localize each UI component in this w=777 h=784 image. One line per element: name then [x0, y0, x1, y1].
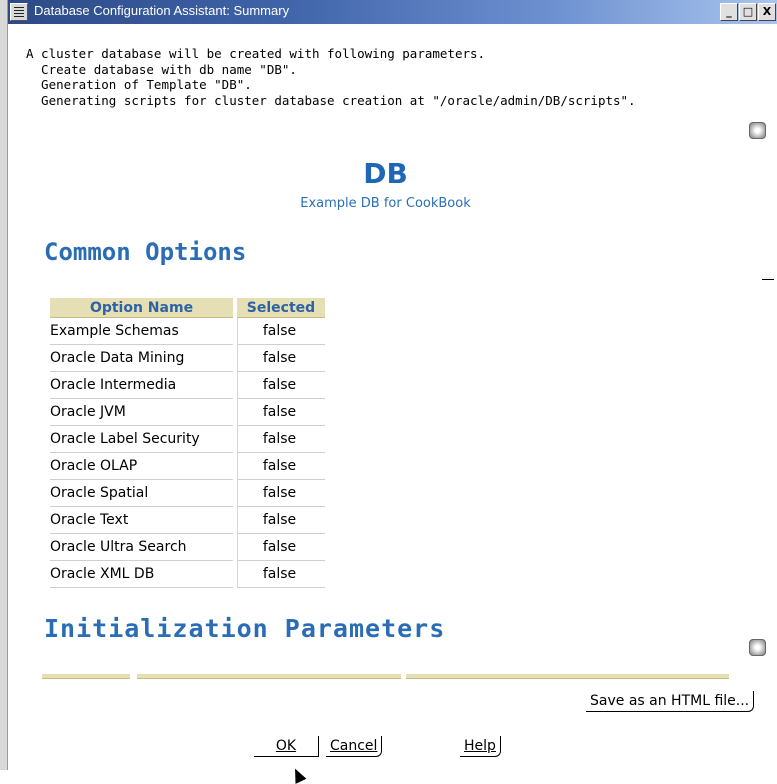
option-selected-cell: false	[237, 534, 325, 561]
summary-panel: A cluster database will be created with …	[8, 24, 777, 784]
intro-line: A cluster database will be created with …	[26, 46, 486, 61]
ok-label: OK	[275, 738, 297, 754]
minimize-button[interactable]: _	[720, 3, 738, 21]
option-selected-cell: false	[237, 372, 325, 399]
option-name-cell: Oracle Label Security	[50, 426, 233, 453]
init-params-header-col-1	[42, 674, 130, 679]
system-menu-icon[interactable]	[10, 3, 28, 21]
db-name-heading: DB	[363, 157, 408, 190]
table-header-row: Option Name Selected	[50, 298, 325, 318]
common-options-heading: Common Options	[44, 238, 247, 266]
window-left-edge	[0, 0, 8, 770]
option-name-cell: Oracle Data Mining	[50, 345, 233, 372]
db-description: Example DB for CookBook	[300, 196, 471, 211]
intro-line: Generating scripts for cluster database …	[26, 92, 636, 108]
table-row: Oracle Ultra Search false	[50, 534, 325, 561]
table-row: Oracle Intermedia false	[50, 372, 325, 399]
option-selected-cell: false	[237, 318, 325, 345]
cancel-button[interactable]: Cancel	[326, 736, 383, 757]
table-row: Oracle Text false	[50, 507, 325, 534]
cancel-label: Cancel	[330, 738, 378, 754]
common-options-table: Option Name Selected Example Schemas fals…	[46, 298, 329, 588]
option-selected-cell: false	[237, 561, 325, 588]
option-selected-cell: false	[237, 345, 325, 372]
option-name-cell: Example Schemas	[50, 318, 233, 345]
option-selected-cell: false	[237, 507, 325, 534]
help-button[interactable]: Help	[460, 736, 501, 757]
title-bar[interactable]: Database Configuration Assistant: Summar…	[8, 0, 777, 24]
scroll-separator	[762, 279, 774, 280]
option-name-cell: Oracle Ultra Search	[50, 534, 233, 561]
table-row: Example Schemas false	[50, 318, 325, 345]
option-name-cell: Oracle Intermedia	[50, 372, 233, 399]
option-name-cell: Oracle Text	[50, 507, 233, 534]
option-selected-cell: false	[237, 399, 325, 426]
help-label: Help	[464, 738, 496, 754]
window-title: Database Configuration Assistant: Summar…	[34, 3, 290, 18]
close-button[interactable]: X	[758, 3, 776, 21]
option-name-cell: Oracle XML DB	[50, 561, 233, 588]
table-row: Oracle OLAP false	[50, 453, 325, 480]
option-selected-cell: false	[237, 480, 325, 507]
maximize-button[interactable]: □	[739, 3, 757, 21]
table-row: Oracle Spatial false	[50, 480, 325, 507]
mouse-pointer-icon	[289, 766, 307, 784]
table-row: Oracle Data Mining false	[50, 345, 325, 372]
table-row: Oracle JVM false	[50, 399, 325, 426]
intro-line: Create database with db name "DB".	[26, 61, 297, 77]
ok-button[interactable]: OK	[254, 736, 319, 757]
scroll-down-icon[interactable]	[749, 639, 766, 656]
initialization-parameters-heading: Initialization Parameters	[44, 614, 446, 643]
option-name-cell: Oracle JVM	[50, 399, 233, 426]
option-selected-cell: false	[237, 426, 325, 453]
column-header-selected: Selected	[237, 298, 325, 318]
init-params-header-col-2	[137, 674, 401, 679]
summary-intro: A cluster database will be created with …	[26, 46, 636, 108]
option-selected-cell: false	[237, 453, 325, 480]
save-as-html-button[interactable]: Save as an HTML file...	[586, 691, 755, 712]
init-params-header-col-3	[406, 674, 729, 679]
option-name-cell: Oracle OLAP	[50, 453, 233, 480]
intro-line: Generation of Template "DB".	[26, 77, 252, 92]
column-header-option-name: Option Name	[50, 298, 233, 318]
table-row: Oracle XML DB false	[50, 561, 325, 588]
option-name-cell: Oracle Spatial	[50, 480, 233, 507]
table-row: Oracle Label Security false	[50, 426, 325, 453]
scroll-up-icon[interactable]	[749, 122, 766, 139]
